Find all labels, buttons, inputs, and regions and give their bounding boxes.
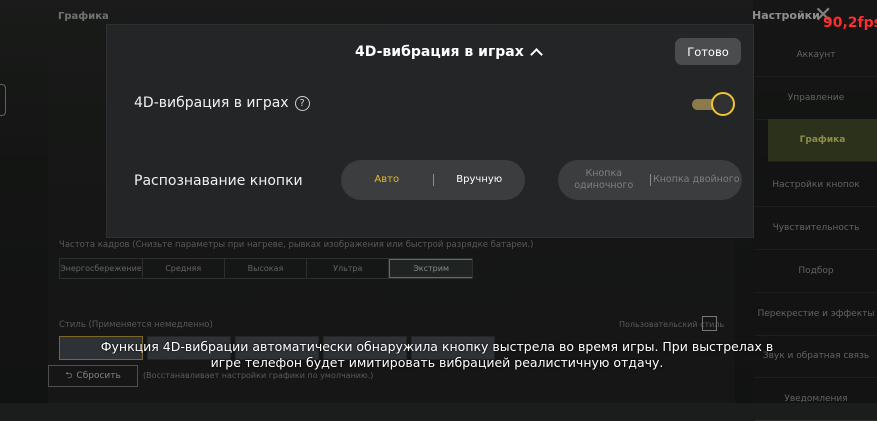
double-button-option[interactable]: Кнопка двойного: [651, 174, 743, 186]
help-icon[interactable]: ?: [294, 95, 310, 111]
caption-text: Функция 4D-вибрации автоматически обнару…: [100, 339, 774, 370]
toggle-knob: [711, 92, 735, 116]
detection-mode-selector: Авто Вручную: [341, 160, 525, 200]
fps-counter: 90,2fps: [823, 15, 877, 31]
vibration-toggle[interactable]: [692, 92, 736, 116]
single-button-option[interactable]: Кнопка одиночного: [558, 168, 650, 192]
done-button[interactable]: Готово: [675, 38, 741, 65]
vibration-overlay: 4D-вибрация в играх Готово 4D-вибрация в…: [107, 25, 753, 237]
button-type-selector: Кнопка одиночного Кнопка двойного: [558, 160, 742, 200]
mode-auto-option[interactable]: Авто: [341, 174, 433, 186]
overlay-title[interactable]: 4D-вибрация в играх: [355, 44, 543, 61]
overlay-title-text: 4D-вибрация в играх: [355, 44, 524, 60]
vibration-row: 4D-вибрация в играх ?: [134, 95, 310, 111]
mode-manual-option[interactable]: Вручную: [434, 174, 526, 186]
vibration-label: 4D-вибрация в играх: [134, 95, 289, 111]
chevron-up-icon: [529, 47, 543, 61]
detection-label: Распознавание кнопки: [134, 173, 303, 189]
